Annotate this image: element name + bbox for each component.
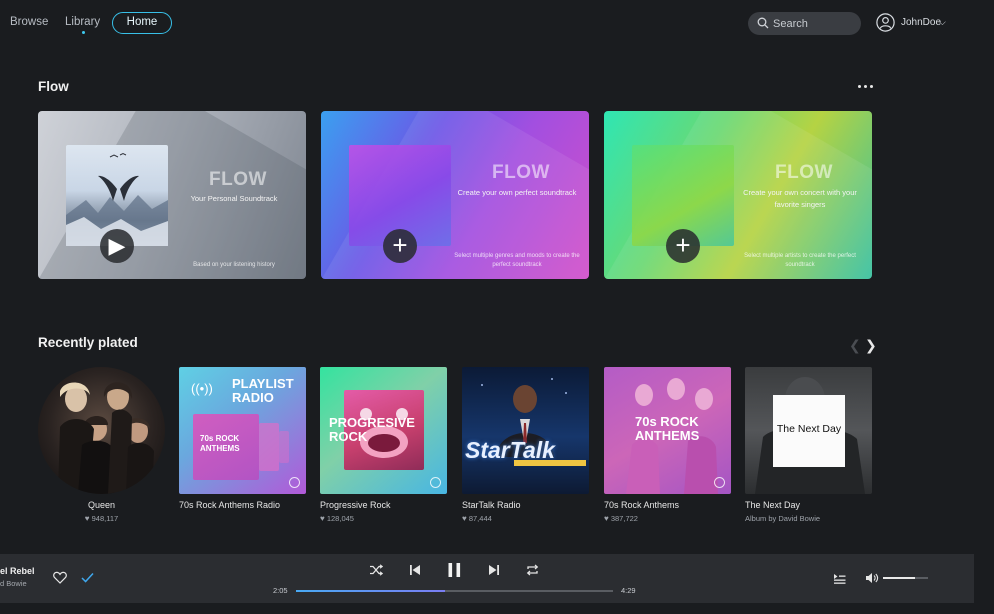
check-icon[interactable] — [81, 572, 94, 583]
track-title: el Rebel — [0, 566, 35, 576]
heart-icon: ♥ — [320, 514, 325, 523]
library-indicator-dot — [82, 31, 85, 34]
search-input[interactable] — [773, 15, 853, 32]
flow-card-note: Based on your listening history — [193, 262, 275, 268]
likes-count: 128,045 — [326, 514, 354, 523]
radio-waves-icon: ((•)) — [191, 381, 213, 396]
volume-slider[interactable] — [883, 577, 928, 579]
art-title: 70s ROCK ANTHEMS — [635, 414, 700, 443]
current-time: 2:05 — [273, 586, 288, 595]
progress-bar[interactable] — [296, 590, 613, 592]
plus-icon: + — [392, 230, 408, 260]
likes-count: 948,117 — [91, 514, 119, 523]
flow-logo: FLOW — [775, 162, 833, 183]
total-time: 4:29 — [621, 586, 636, 595]
flow-card-concert[interactable]: + FLOW Create your own concert with your… — [604, 111, 872, 279]
user-avatar-icon — [876, 13, 895, 32]
tile-title: Queen — [87, 500, 116, 510]
flow-card-description: Create your own perfect soundtrack — [457, 188, 577, 197]
tile-likes: ♥ 87,444 — [462, 514, 492, 523]
art-title: PROGRESIVE ROCK — [329, 415, 415, 444]
chevron-down-icon: ⌵ — [939, 17, 946, 27]
play-icon: ▶ — [108, 233, 126, 258]
track-artist: d Bowie — [0, 579, 27, 588]
player-bar: el Rebel d Bowie 2:05 4:29 — [0, 554, 974, 603]
tile-title: Progressive Rock — [320, 500, 391, 510]
pause-icon[interactable] — [447, 562, 462, 578]
tile-title: 70s Rock Anthems Radio — [179, 500, 281, 510]
search-icon — [757, 17, 769, 29]
add-button[interactable]: + — [666, 229, 700, 263]
playlist-artwork: ((•)) PLAYLIST RADIO 70s ROCK ANTHEMS — [179, 367, 306, 494]
art-title: The Next Day — [776, 423, 842, 435]
likes-count: 387,722 — [610, 514, 638, 523]
flow-card-note: Select multiple genres and moods to crea… — [454, 253, 580, 268]
nav-library[interactable]: Library — [65, 16, 100, 28]
previous-track-icon[interactable] — [409, 564, 421, 576]
heart-outline-icon[interactable] — [53, 571, 67, 584]
chevron-left-icon[interactable]: ❮ — [849, 337, 861, 354]
add-button[interactable]: + — [383, 229, 417, 263]
heart-icon: ♥ — [604, 514, 609, 523]
volume-icon[interactable] — [865, 572, 879, 584]
top-nav: Browse Library Home JohnDoe ⌵ — [0, 0, 994, 46]
playlist-badge-icon — [430, 477, 441, 488]
playlist-badge-icon — [289, 477, 300, 488]
tile-title: 70s Rock Anthems — [604, 500, 680, 510]
user-name: JohnDoe — [901, 17, 942, 28]
flow-card-note: Select multiple artists to create the pe… — [744, 253, 856, 268]
tile-subtitle: Album by David Bowie — [745, 514, 821, 523]
repeat-icon[interactable] — [526, 564, 539, 576]
flow-logo: FLOW — [209, 169, 267, 190]
playlist-badge-icon — [714, 477, 725, 488]
play-button[interactable]: ▶ — [100, 229, 134, 263]
art-title: PLAYLIST RADIO — [232, 376, 294, 405]
heart-icon: ♥ — [462, 514, 467, 523]
plus-icon: + — [675, 230, 691, 260]
flow-card-description: Your Personal Soundtrack — [190, 194, 278, 203]
chevron-right-icon[interactable]: ❯ — [865, 337, 877, 354]
progress-fill — [296, 590, 445, 592]
heart-icon: ♥ — [84, 514, 90, 523]
artist-photo — [38, 367, 165, 494]
queue-icon[interactable] — [833, 572, 846, 584]
podcast-artwork: StarTalk — [462, 367, 589, 494]
band-photo-icon — [58, 382, 154, 494]
tile-likes: ♥ 387,722 — [604, 514, 638, 523]
flow-card-description: Create your own concert with your favori… — [743, 188, 857, 209]
flow-card-personal[interactable]: ▶ FLOW Your Personal Soundtrack Based on… — [38, 111, 306, 279]
nav-home[interactable]: Home — [112, 12, 172, 34]
art-inner-title: 70s ROCK ANTHEMS — [200, 434, 240, 453]
playlist-artwork: 70s ROCK ANTHEMS — [604, 367, 731, 494]
tile-likes: ♥ 128,045 — [320, 514, 354, 523]
tile-title: The Next Day — [745, 500, 801, 510]
search-box[interactable] — [748, 12, 861, 35]
next-track-icon[interactable] — [488, 564, 500, 576]
flow-logo: FLOW — [492, 162, 550, 183]
nav-browse[interactable]: Browse — [10, 16, 48, 28]
more-options-button[interactable] — [858, 82, 874, 92]
shuffle-icon[interactable] — [369, 564, 383, 576]
flow-section-title: Flow — [38, 79, 69, 94]
tile-title: StarTalk Radio — [462, 500, 521, 510]
recent-section-title: Recently plated — [38, 335, 138, 350]
volume-fill — [883, 577, 915, 579]
flow-card-genres[interactable]: + FLOW Create your own perfect soundtrac… — [321, 111, 589, 279]
tile-likes: ♥ 948,117 — [38, 514, 165, 523]
likes-count: 87,444 — [468, 514, 492, 523]
album-artwork: The Next Day — [745, 367, 872, 494]
playlist-artwork: PROGRESIVE ROCK — [320, 367, 447, 494]
host-photo-icon — [481, 378, 567, 457]
